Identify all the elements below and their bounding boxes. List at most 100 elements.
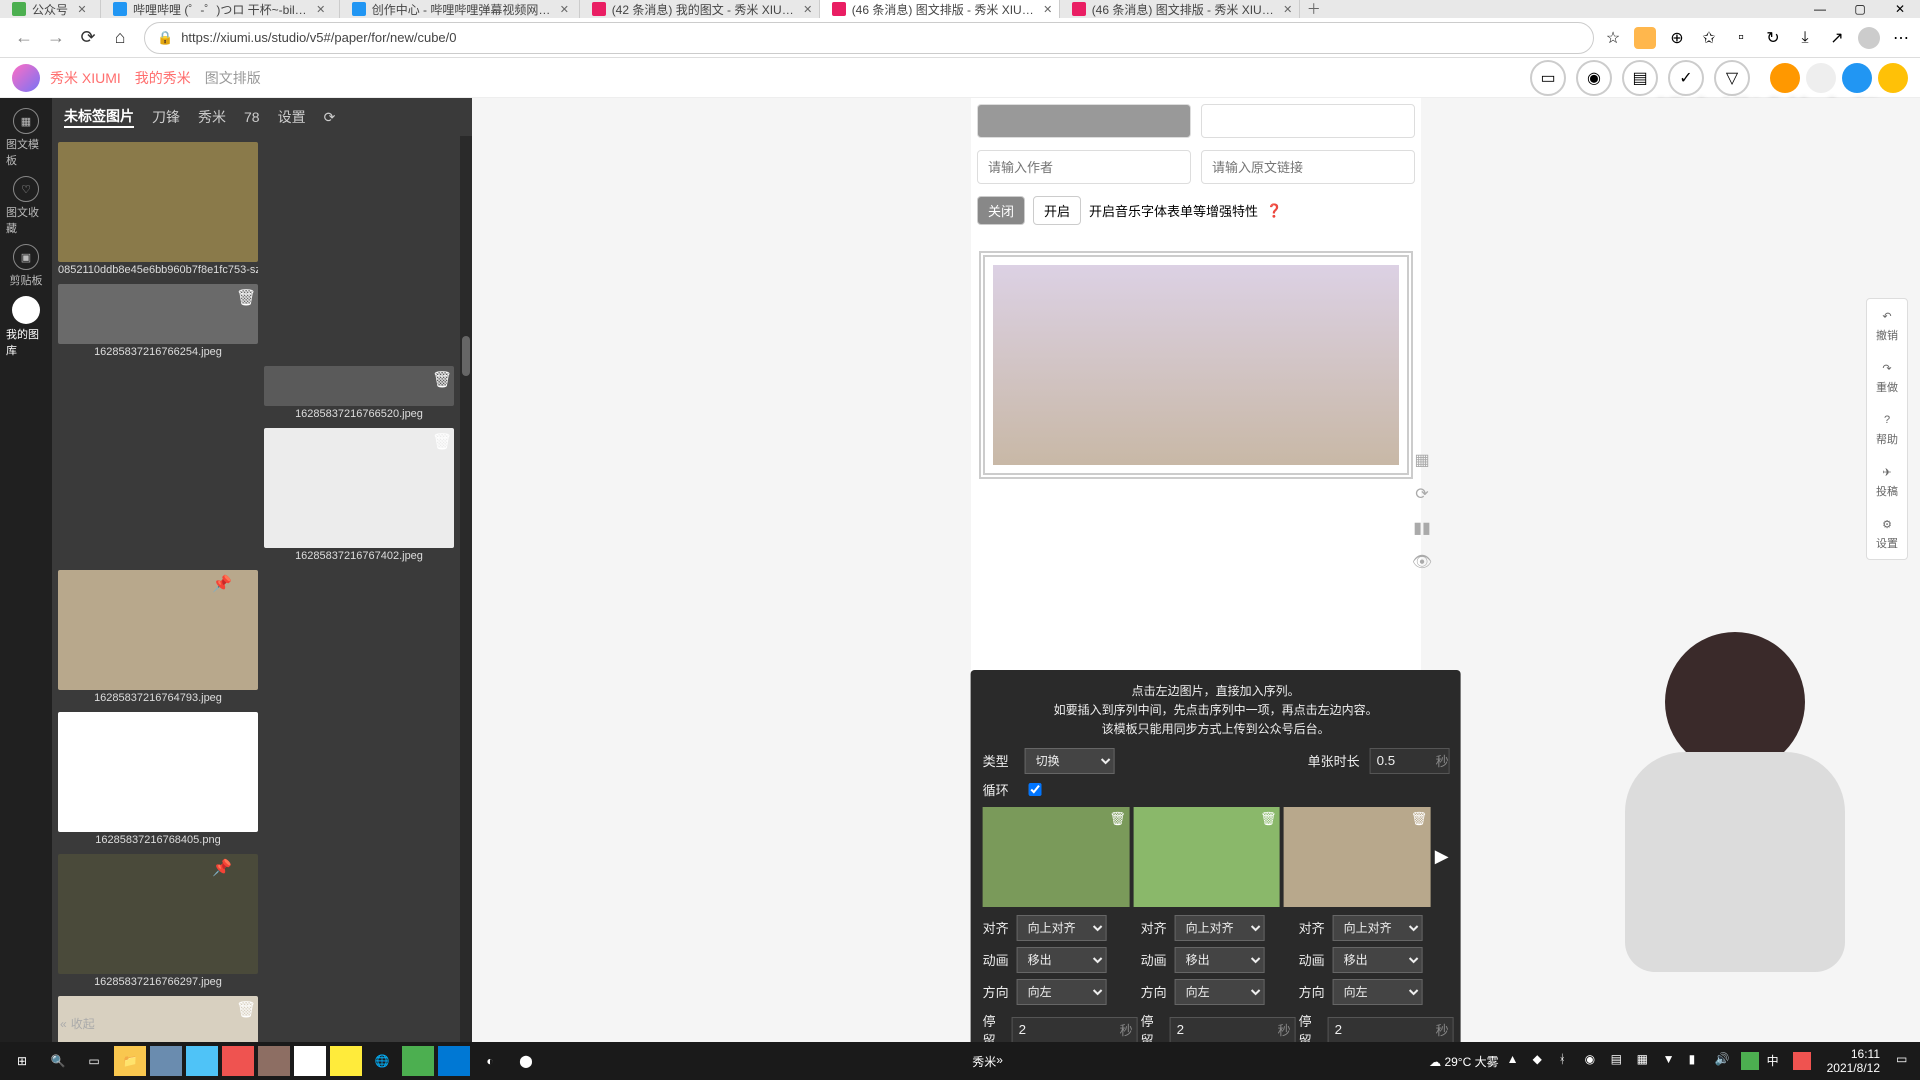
rail-favorites[interactable]: ♡图文收藏 <box>6 176 46 236</box>
home-icon[interactable]: ⌂ <box>104 22 136 54</box>
close-icon[interactable]: ✕ <box>1042 3 1054 15</box>
delete-icon[interactable]: 🗑 <box>236 716 254 734</box>
tray-icon[interactable]: ▼ <box>1663 1052 1681 1070</box>
lib-tab-2[interactable]: 秀米 <box>198 107 226 127</box>
close-window-icon[interactable]: ✕ <box>1880 0 1920 18</box>
help-icon[interactable]: ❓ <box>1266 203 1282 219</box>
align-select-1[interactable]: 向上对齐 <box>1175 915 1265 941</box>
anim-select-1[interactable]: 移出 <box>1175 947 1265 973</box>
bluetooth-icon[interactable]: ᚼ <box>1559 1052 1577 1070</box>
address-bar[interactable]: 🔒 https://xiumi.us/studio/v5#/paper/for/… <box>144 22 1594 54</box>
downloads-icon[interactable]: ⤓ <box>1794 27 1816 49</box>
close-icon[interactable]: ✕ <box>76 3 88 15</box>
delete-icon[interactable]: 🗑 <box>1260 811 1276 827</box>
app-logo[interactable] <box>12 64 40 92</box>
close-icon[interactable]: ✕ <box>1282 3 1294 15</box>
app-icon[interactable] <box>222 1046 254 1076</box>
close-icon[interactable]: ✕ <box>315 3 327 15</box>
delete-icon[interactable]: 🗑 <box>236 1000 254 1018</box>
minimize-icon[interactable]: — <box>1800 0 1840 18</box>
app-icon[interactable] <box>150 1046 182 1076</box>
type-select[interactable]: 切换 <box>1025 748 1115 774</box>
more-icon[interactable]: ⋯ <box>1890 27 1912 49</box>
tab-5[interactable]: (46 条消息) 图文排版 - 秀米 XIU…✕ <box>1060 0 1300 18</box>
hero-frame[interactable] <box>979 251 1413 479</box>
breadcrumb-my[interactable]: 我的秀米 <box>135 68 191 88</box>
notifications-icon[interactable]: ▭ <box>1896 1052 1914 1070</box>
edge-icon[interactable] <box>438 1046 470 1076</box>
loop-checkbox[interactable] <box>1029 783 1042 796</box>
profile-icon[interactable] <box>1858 27 1880 49</box>
volume-icon[interactable]: 🔊 <box>1715 1052 1733 1070</box>
wechat-icon[interactable] <box>402 1046 434 1076</box>
task-view-icon[interactable]: ▭ <box>78 1046 110 1076</box>
tab-0[interactable]: 公众号✕ <box>0 0 101 18</box>
tray-icon[interactable]: ◆ <box>1533 1052 1551 1070</box>
lib-refresh-icon[interactable]: ⟳ <box>324 109 336 126</box>
clock[interactable]: 16:11 2021/8/12 <box>1827 1047 1880 1076</box>
share-icon[interactable]: ↗ <box>1826 27 1848 49</box>
rail-templates[interactable]: ▦图文模板 <box>6 108 46 168</box>
tray-icon[interactable]: ◉ <box>1585 1052 1603 1070</box>
tray-icon[interactable]: ▲ <box>1507 1052 1525 1070</box>
author-input[interactable] <box>977 150 1191 184</box>
close-icon[interactable]: ✕ <box>802 3 814 15</box>
lib-tab-1[interactable]: 刀锋 <box>152 107 180 127</box>
thumb-1[interactable]: 🗑16285837216766254.jpeg <box>58 284 258 360</box>
scrollbar[interactable] <box>460 136 472 1042</box>
dock-help[interactable]: ?帮助 <box>1867 403 1907 455</box>
collections-icon[interactable]: ⊕ <box>1666 27 1688 49</box>
collapse-button[interactable]: « 收起 <box>60 1015 95 1032</box>
pin-icon[interactable]: 📌 <box>212 574 230 592</box>
back-icon[interactable]: ← <box>8 22 40 54</box>
maximize-icon[interactable]: ▢ <box>1840 0 1880 18</box>
dir-select-0[interactable]: 向左 <box>1017 979 1107 1005</box>
new-tab-button[interactable]: ＋ <box>1300 0 1328 19</box>
obs-icon[interactable]: ⬤ <box>510 1046 542 1076</box>
brand-text[interactable]: 秀米 XIUMI <box>50 68 121 88</box>
anim-select-0[interactable]: 移出 <box>1017 947 1107 973</box>
star-icon[interactable]: ☆ <box>1602 27 1624 49</box>
refresh-canvas-icon[interactable]: ⟳ <box>1410 482 1434 506</box>
slide-0[interactable]: 🗑 <box>983 807 1130 907</box>
tray-icon[interactable]: ▦ <box>1637 1052 1655 1070</box>
hero-image[interactable] <box>993 265 1399 465</box>
tab-4[interactable]: (46 条消息) 图文排版 - 秀米 XIU…✕ <box>820 0 1060 18</box>
explorer-icon[interactable]: 📁 <box>114 1046 146 1076</box>
dock-submit[interactable]: ✈投稿 <box>1867 455 1907 507</box>
tab-1[interactable]: 哔哩哔哩 (゜-゜)つロ 干杯~-bil…✕ <box>101 0 340 18</box>
taskbar-center[interactable]: 秀米 <box>972 1053 996 1070</box>
delete-icon[interactable]: 🗑 <box>432 370 450 388</box>
refresh-icon[interactable]: ⟳ <box>72 22 104 54</box>
start-button[interactable]: ⊞ <box>6 1046 38 1076</box>
dock-redo[interactable]: ↷重做 <box>1867 351 1907 403</box>
thumb-0[interactable]: 0852110ddb8e45e6bb960b7f8e1fc753-sz_4880… <box>58 142 258 278</box>
delete-icon[interactable]: 🗑 <box>1109 811 1125 827</box>
align-select-2[interactable]: 向上对齐 <box>1333 915 1423 941</box>
next-slide-icon[interactable]: ▶ <box>1435 807 1449 907</box>
network-icon[interactable]: ▮ <box>1689 1052 1707 1070</box>
toggle-on-button[interactable]: 开启 <box>1033 196 1081 225</box>
badge-msg[interactable] <box>1806 63 1836 93</box>
dock-settings[interactable]: ⚙设置 <box>1867 507 1907 559</box>
app-icon[interactable] <box>294 1046 326 1076</box>
app-icon[interactable] <box>186 1046 218 1076</box>
thumb-2[interactable]: 🗑16285837216766520.jpeg <box>264 366 454 422</box>
rail-clipboard[interactable]: ▣剪贴板 <box>6 244 46 288</box>
favorites-icon[interactable]: ✩ <box>1698 27 1720 49</box>
tray-icon[interactable]: 中 <box>1767 1052 1785 1070</box>
app-icon[interactable]: ◐ <box>474 1046 506 1076</box>
tool-print-icon[interactable]: ▤ <box>1622 60 1658 96</box>
badge-orange[interactable] <box>1770 63 1800 93</box>
tab-2[interactable]: 创作中心 - 哔哩哔哩弹幕视频网…✕ <box>340 0 580 18</box>
dir-select-1[interactable]: 向左 <box>1175 979 1265 1005</box>
reading-list-icon[interactable]: ▫ <box>1730 27 1752 49</box>
extension-icon[interactable] <box>1634 27 1656 49</box>
close-icon[interactable]: ✕ <box>558 3 570 15</box>
pin-icon[interactable]: 📌 <box>212 858 230 876</box>
weather-widget[interactable]: ☁ 29°C 大雾 <box>1429 1053 1499 1070</box>
toggle-off-button[interactable]: 关闭 <box>977 196 1025 225</box>
eye-icon[interactable]: 👁 <box>1410 550 1434 574</box>
rail-mylib[interactable]: 我的图库 <box>6 296 46 358</box>
align-select-0[interactable]: 向上对齐 <box>1017 915 1107 941</box>
